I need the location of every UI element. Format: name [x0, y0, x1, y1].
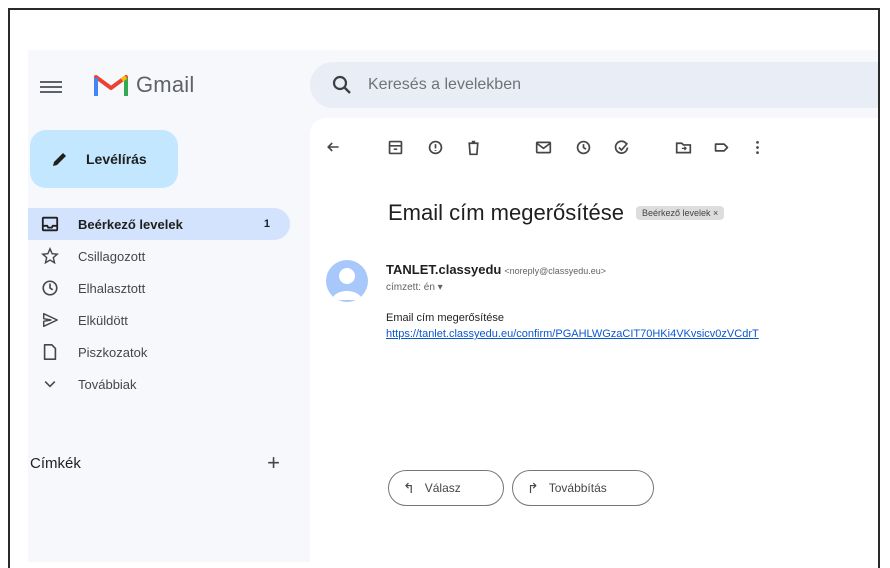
sidebar-item-label: Piszkozatok	[78, 344, 148, 360]
sidebar-item-label: Elhalasztott	[78, 280, 146, 296]
sidebar-nav: Beérkező levelek 1 Csillagozott Elhalasz…	[28, 208, 290, 400]
compose-label: Levélírás	[86, 151, 147, 167]
reply-icon: ↰	[403, 479, 415, 496]
back-arrow-icon[interactable]	[322, 136, 344, 158]
draft-icon	[40, 342, 60, 362]
mark-unread-icon[interactable]	[532, 136, 554, 158]
email-subject-row: Email cím megerősítése Beérkező levelek …	[388, 200, 725, 226]
sidebar-item-more[interactable]: Továbbiak	[28, 368, 290, 400]
sidebar-item-label: Csillagozott	[78, 248, 146, 264]
search-bar[interactable]	[310, 62, 878, 108]
avatar[interactable]	[326, 260, 368, 302]
search-icon[interactable]	[332, 75, 352, 95]
move-to-icon[interactable]	[672, 136, 694, 158]
email-subject: Email cím megerősítése	[388, 200, 624, 225]
delete-icon[interactable]	[462, 136, 484, 158]
email-toolbar	[310, 128, 870, 168]
chevron-down-icon	[40, 374, 60, 394]
main-menu-icon[interactable]	[40, 78, 62, 96]
add-label-button[interactable]: +	[267, 452, 280, 474]
recipient-details[interactable]: címzett: én ▾	[386, 282, 443, 293]
forward-button[interactable]: ↱ Továbbítás	[512, 470, 654, 506]
folder-label-chip[interactable]: Beérkező levelek ×	[635, 206, 725, 220]
email-view: Email cím megerősítése Beérkező levelek …	[310, 118, 878, 562]
sidebar-item-snoozed[interactable]: Elhalasztott	[28, 272, 290, 304]
search-input[interactable]	[366, 75, 770, 95]
pencil-icon	[53, 153, 66, 166]
sender-address: <noreply@classyedu.eu>	[504, 266, 607, 276]
sidebar-item-inbox[interactable]: Beérkező levelek 1	[28, 208, 290, 240]
person-icon	[332, 268, 362, 300]
archive-icon[interactable]	[384, 136, 406, 158]
sidebar-item-label: Továbbiak	[78, 376, 137, 392]
forward-icon: ↱	[527, 479, 539, 496]
sidebar-item-label: Elküldött	[78, 312, 128, 328]
sidebar-item-drafts[interactable]: Piszkozatok	[28, 336, 290, 368]
sidebar-item-label: Beérkező levelek	[78, 216, 183, 232]
email-body-text: Email cím megerősítése	[386, 312, 504, 324]
star-icon	[40, 246, 60, 266]
sender-line: TANLET.classyedu <noreply@classyedu.eu>	[386, 262, 606, 277]
window-frame: Gmail Levélírás Beérkező levelek 1	[8, 8, 880, 568]
inbox-icon	[40, 214, 60, 234]
gmail-logo[interactable]: Gmail	[94, 72, 194, 98]
labels-title: Címkék	[30, 454, 81, 472]
sender-name: TANLET.classyedu	[386, 262, 502, 277]
reply-button[interactable]: ↰ Válasz	[388, 470, 504, 506]
add-task-icon[interactable]	[610, 136, 632, 158]
labels-section-header: Címkék +	[30, 452, 280, 474]
app-name: Gmail	[136, 72, 195, 97]
forward-label: Továbbítás	[548, 481, 607, 495]
sidebar-item-starred[interactable]: Csillagozott	[28, 240, 290, 272]
send-icon	[40, 310, 60, 330]
clock-icon	[40, 278, 60, 298]
reply-label: Válasz	[424, 481, 461, 495]
report-spam-icon[interactable]	[424, 136, 446, 158]
sidebar-item-sent[interactable]: Elküldött	[28, 304, 290, 336]
gmail-m-icon	[94, 75, 128, 96]
unread-count: 1	[263, 218, 270, 230]
compose-button[interactable]: Levélírás	[30, 130, 178, 188]
label-icon[interactable]	[710, 136, 732, 158]
confirmation-link[interactable]: https://tanlet.classyedu.eu/confirm/PGAH…	[386, 328, 759, 340]
snooze-icon[interactable]	[572, 136, 594, 158]
gmail-app: Gmail Levélírás Beérkező levelek 1	[28, 50, 878, 562]
more-vertical-icon[interactable]	[746, 136, 768, 158]
